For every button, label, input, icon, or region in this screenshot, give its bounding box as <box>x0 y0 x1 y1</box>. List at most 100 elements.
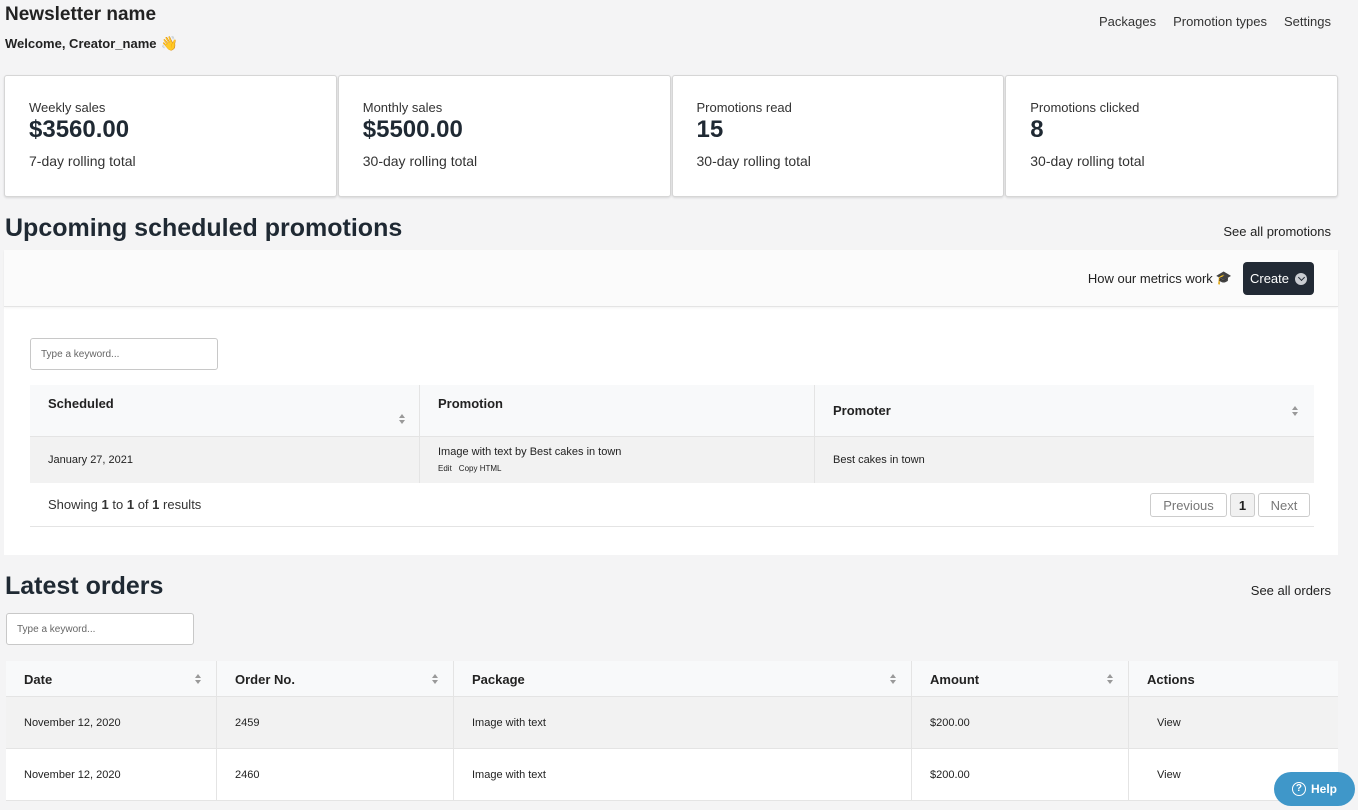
column-label: Amount <box>930 672 980 687</box>
stat-value: $5500.00 <box>362 116 463 143</box>
cell-order-no: 2460 <box>217 749 454 800</box>
question-mark-icon: ? <box>1291 782 1306 796</box>
stat-value: 8 <box>1030 116 1044 143</box>
create-button[interactable]: Create <box>1243 262 1314 295</box>
table-row: January 27, 2021 Image with text by Best… <box>30 437 1314 484</box>
promotions-panel: How our metrics work 🎓 Create Scheduled … <box>4 250 1338 555</box>
page-number-button[interactable]: 1 <box>1230 493 1255 517</box>
column-label: Promotion <box>438 396 503 411</box>
column-header-promotion: Promotion <box>420 385 815 436</box>
column-header-date[interactable]: Date <box>6 661 217 696</box>
cell-amount: $200.00 <box>912 749 1129 800</box>
stat-subtitle: 30-day rolling total <box>1030 153 1145 169</box>
nav-promotion-types-link[interactable]: Promotion types <box>1173 14 1267 29</box>
cell-package: Image with text <box>454 749 912 800</box>
metrics-help-link[interactable]: How our metrics work 🎓 <box>1088 270 1232 286</box>
view-order-link[interactable]: View <box>1147 717 1181 729</box>
cell-date: November 12, 2020 <box>6 697 217 748</box>
see-all-orders-link[interactable]: See all orders <box>1251 583 1331 598</box>
stat-value: 15 <box>696 116 724 143</box>
create-button-label: Create <box>1249 271 1290 286</box>
column-header-amount[interactable]: Amount <box>912 661 1129 696</box>
help-label: Help <box>1310 782 1337 796</box>
stat-subtitle: 30-day rolling total <box>696 153 811 169</box>
stat-label: Monthly sales <box>362 100 443 115</box>
summary-text: Showing <box>48 497 98 512</box>
sort-icon[interactable] <box>431 674 439 686</box>
column-header-promoter[interactable]: Promoter <box>815 385 1314 436</box>
stats-row: Weekly sales $3560.00 7-day rolling tota… <box>4 75 1338 197</box>
sort-icon[interactable] <box>889 674 897 686</box>
stat-label: Promotions read <box>696 100 792 115</box>
stat-card-monthly-sales: Monthly sales $5500.00 30-day rolling to… <box>337 75 671 197</box>
cell-amount: $200.00 <box>912 697 1129 748</box>
top-nav: Packages Promotion types Settings <box>1099 14 1331 29</box>
orders-search-input[interactable] <box>6 613 194 645</box>
view-order-link[interactable]: View <box>1147 769 1181 781</box>
column-header-scheduled[interactable]: Scheduled <box>30 385 420 436</box>
nav-settings-link[interactable]: Settings <box>1284 14 1331 29</box>
column-header-order-no[interactable]: Order No. <box>217 661 454 696</box>
cell-actions: View <box>1129 697 1338 748</box>
chevron-down-icon <box>1295 272 1308 285</box>
welcome-text: Welcome, Creator_name <box>5 36 157 51</box>
nav-packages-link[interactable]: Packages <box>1099 14 1156 29</box>
results-summary: Showing 1 to 1 of 1 results <box>48 497 201 512</box>
promotions-section-title: Upcoming scheduled promotions <box>5 214 403 242</box>
column-label: Package <box>472 672 525 687</box>
cell-promoter: Best cakes in town <box>815 437 1314 483</box>
cell-promotion: Image with text by Best cakes in town Ed… <box>420 437 815 483</box>
table-header: Date Order No. Package Amount Actions <box>6 661 1338 697</box>
promotions-toolbar: How our metrics work 🎓 Create <box>4 250 1338 307</box>
sort-icon[interactable] <box>194 674 202 686</box>
cell-scheduled: January 27, 2021 <box>30 437 420 483</box>
graduation-cap-icon: 🎓 <box>1215 270 1232 285</box>
summary-to: 1 <box>126 497 135 512</box>
see-all-promotions-link[interactable]: See all promotions <box>1223 224 1331 239</box>
cell-date: November 12, 2020 <box>6 749 217 800</box>
metrics-link-label: How our metrics work <box>1087 270 1213 286</box>
cell-package: Image with text <box>454 697 912 748</box>
column-label: Actions <box>1147 672 1195 687</box>
column-label: Promoter <box>833 403 891 418</box>
stat-subtitle: 7-day rolling total <box>29 153 136 169</box>
welcome-message: Welcome, Creator_name 👋 <box>5 35 178 52</box>
stat-card-promotions-read: Promotions read 15 30-day rolling total <box>671 75 1005 197</box>
summary-from: 1 <box>101 497 109 512</box>
orders-table: Date Order No. Package Amount Actions No… <box>6 661 1338 801</box>
edit-link[interactable]: Edit <box>438 464 452 473</box>
promoter-name: Best cakes in town <box>833 454 925 466</box>
next-page-button[interactable]: Next <box>1258 493 1310 517</box>
column-header-actions: Actions <box>1129 661 1338 696</box>
pagination: Previous 1 Next <box>1150 493 1310 517</box>
stat-label: Promotions clicked <box>1030 100 1140 115</box>
promotions-table-footer: Showing 1 to 1 of 1 results Previous 1 N… <box>30 483 1314 527</box>
scheduled-date: January 27, 2021 <box>48 454 134 466</box>
column-label: Order No. <box>235 672 295 687</box>
promotions-search-input[interactable] <box>30 338 218 370</box>
promotions-table: Scheduled Promotion Promoter January 27,… <box>30 385 1314 484</box>
sort-icon[interactable] <box>1291 406 1299 418</box>
summary-total: 1 <box>152 497 160 512</box>
previous-page-button[interactable]: Previous <box>1150 493 1227 517</box>
summary-text: of <box>137 497 149 512</box>
table-row: November 12, 2020 2460 Image with text $… <box>6 749 1338 801</box>
sort-icon[interactable] <box>398 414 406 426</box>
promotion-name: Image with text by Best cakes in town <box>438 446 622 458</box>
stat-value: $3560.00 <box>29 116 130 143</box>
sort-icon[interactable] <box>1106 674 1114 686</box>
column-header-package[interactable]: Package <box>454 661 912 696</box>
stat-subtitle: 30-day rolling total <box>362 153 478 169</box>
summary-text: results <box>163 497 202 512</box>
table-header: Scheduled Promotion Promoter <box>30 385 1314 437</box>
column-label: Scheduled <box>48 396 114 411</box>
cell-order-no: 2459 <box>217 697 454 748</box>
orders-section-title: Latest orders <box>5 572 164 600</box>
waving-hand-icon: 👋 <box>160 35 178 51</box>
help-button[interactable]: ? Help <box>1274 772 1355 806</box>
stat-label: Weekly sales <box>29 100 106 115</box>
summary-text: to <box>112 497 124 512</box>
stat-card-promotions-clicked: Promotions clicked 8 30-day rolling tota… <box>1005 75 1338 197</box>
stat-card-weekly-sales: Weekly sales $3560.00 7-day rolling tota… <box>4 75 337 197</box>
copy-html-link[interactable]: Copy HTML <box>459 464 502 473</box>
